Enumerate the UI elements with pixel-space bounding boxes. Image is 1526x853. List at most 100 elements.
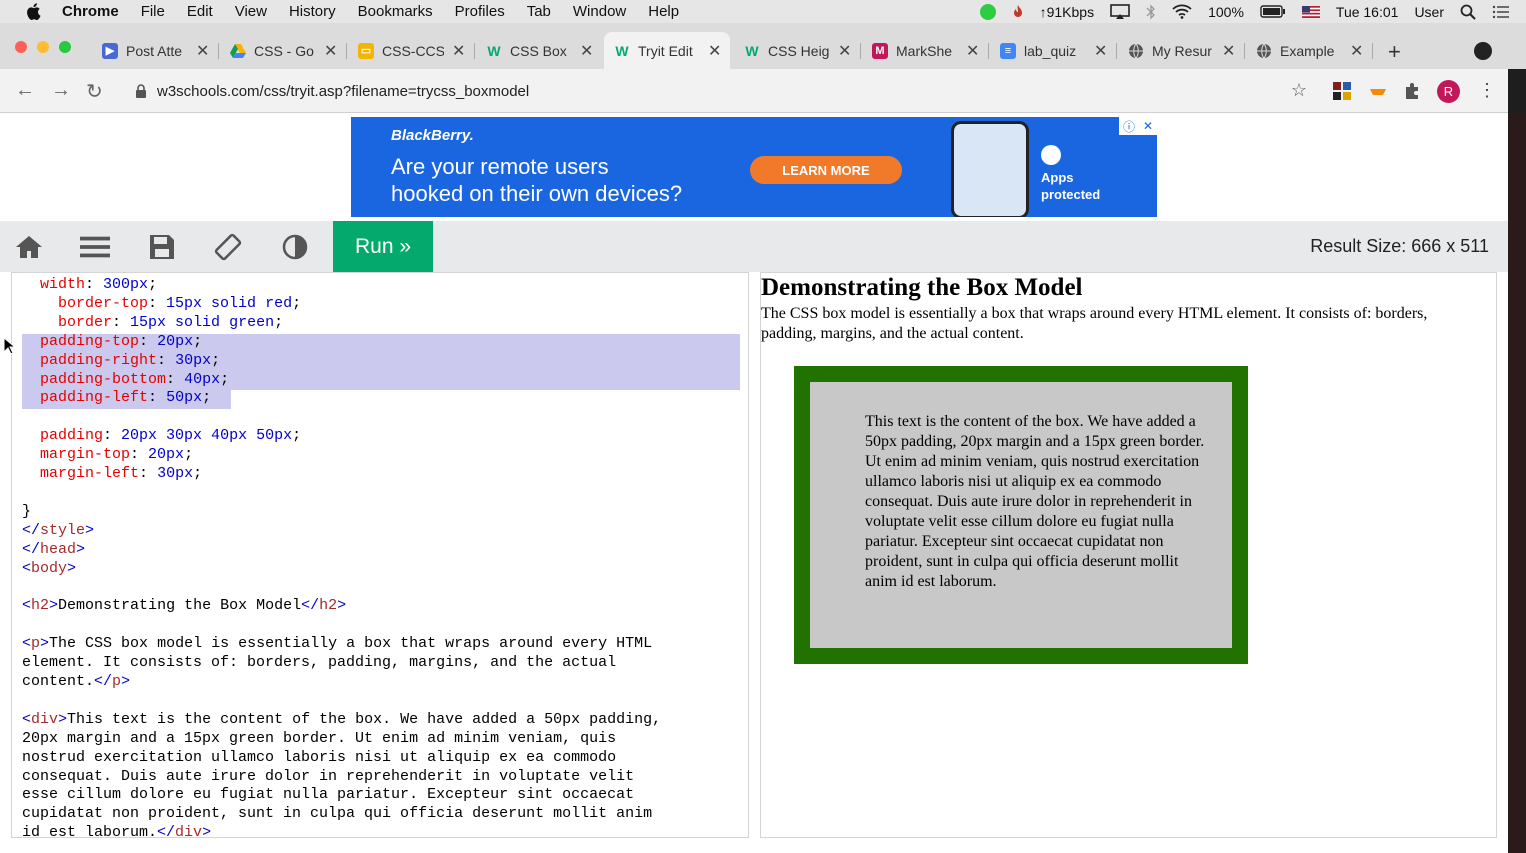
close-tab-icon[interactable]: ✕: [966, 41, 979, 61]
browser-menu-icon[interactable]: ⋮: [1478, 80, 1496, 101]
close-tab-icon[interactable]: ✕: [1094, 41, 1107, 61]
code-line[interactable]: <h2>Demonstrating the Box Model</h2>: [22, 597, 661, 616]
tab-lab-quiz[interactable]: ≡ lab_quiz ✕: [990, 32, 1114, 69]
run-button[interactable]: Run »: [333, 221, 433, 272]
control-center-icon[interactable]: [1492, 5, 1510, 19]
tab-post-attendance[interactable]: ▶ Post Atte ✕: [92, 32, 216, 69]
tab-css-ccs[interactable]: ▭ CSS-CCS ✕: [348, 32, 472, 69]
code-editor[interactable]: width: 300px; border-top: 15px solid red…: [11, 272, 749, 838]
clock[interactable]: Tue 16:01: [1336, 4, 1399, 20]
menu-bookmarks[interactable]: Bookmarks: [358, 3, 433, 20]
tab-my-resume[interactable]: My Resur ✕: [1118, 32, 1242, 69]
code-line[interactable]: padding-top: 20px;: [22, 333, 661, 352]
menu-edit[interactable]: Edit: [187, 3, 213, 20]
code-line[interactable]: [22, 408, 661, 427]
tab-css-box[interactable]: W CSS Box ✕: [476, 32, 600, 69]
tab-example[interactable]: Example ✕: [1246, 32, 1370, 69]
rotate-orientation-icon[interactable]: [213, 233, 243, 261]
code-line[interactable]: [22, 616, 661, 635]
line-app-icon[interactable]: [979, 3, 996, 20]
code-line[interactable]: 20px margin and a 15px green border. Ut …: [22, 730, 661, 749]
tab-css-google[interactable]: CSS - Go ✕: [220, 32, 344, 69]
code-line[interactable]: <p>The CSS box model is essentially a bo…: [22, 635, 661, 654]
code-line[interactable]: margin-top: 20px;: [22, 446, 661, 465]
ad-info-icon[interactable]: ⓘ: [1123, 118, 1135, 135]
minimize-window-button[interactable]: [37, 41, 49, 53]
extension-grid-icon[interactable]: [1332, 81, 1352, 101]
tab-tryit-editor[interactable]: W Tryit Edit ✕: [604, 32, 730, 69]
ad-choices[interactable]: ⓘ ✕: [1119, 117, 1157, 135]
code-line[interactable]: }: [22, 503, 661, 522]
code-line[interactable]: [22, 579, 661, 598]
menu-help[interactable]: Help: [648, 3, 679, 20]
reload-icon[interactable]: ↻: [86, 79, 103, 104]
code-line[interactable]: element. It consists of: borders, paddin…: [22, 654, 661, 673]
code-line[interactable]: padding-bottom: 40px;: [22, 371, 661, 390]
blackberry-ad-banner[interactable]: BlackBerry. Are your remote users hooked…: [351, 117, 1157, 217]
close-window-button[interactable]: [15, 41, 27, 53]
save-icon[interactable]: [147, 233, 177, 261]
code-line[interactable]: padding: 20px 30px 40px 50px;: [22, 427, 661, 446]
close-tab-icon[interactable]: ✕: [580, 41, 593, 61]
ad-close-icon[interactable]: ✕: [1143, 119, 1153, 133]
flame-icon[interactable]: [1012, 4, 1024, 19]
menu-view[interactable]: View: [235, 3, 267, 20]
bookmark-star-icon[interactable]: ☆: [1291, 80, 1307, 101]
menu-profiles[interactable]: Profiles: [455, 3, 505, 20]
back-arrow-icon[interactable]: ←: [15, 79, 35, 102]
flag-us-icon[interactable]: [1301, 5, 1320, 18]
close-tab-icon[interactable]: ✕: [324, 41, 337, 61]
new-tab-button[interactable]: +: [1388, 39, 1401, 65]
home-icon[interactable]: [14, 233, 44, 261]
code-line[interactable]: [22, 484, 661, 503]
code-line[interactable]: padding-right: 30px;: [22, 352, 661, 371]
close-tab-icon[interactable]: ✕: [708, 41, 721, 61]
url-text[interactable]: w3schools.com/css/tryit.asp?filename=try…: [157, 83, 529, 100]
wifi-icon[interactable]: [1172, 4, 1192, 19]
code-line[interactable]: <div>This text is the content of the box…: [22, 711, 661, 730]
code-line[interactable]: id est laborum.</div>: [22, 824, 661, 837]
close-tab-icon[interactable]: ✕: [196, 41, 209, 61]
code-line[interactable]: cupidatat non proident, sunt in culpa qu…: [22, 805, 661, 824]
code-line[interactable]: [22, 692, 661, 711]
airplay-icon[interactable]: [1110, 3, 1130, 20]
close-tab-icon[interactable]: ✕: [838, 41, 851, 61]
close-tab-icon[interactable]: ✕: [1222, 41, 1235, 61]
learn-more-button[interactable]: LEARN MORE: [750, 156, 902, 184]
address-bar[interactable]: w3schools.com/css/tryit.asp?filename=try…: [121, 76, 1321, 106]
menu-tab[interactable]: Tab: [527, 3, 551, 20]
tab-marksheet[interactable]: M MarkShe ✕: [862, 32, 986, 69]
maximize-window-button[interactable]: [59, 41, 71, 53]
code-line[interactable]: <body>: [22, 560, 661, 579]
forward-arrow-icon[interactable]: →: [51, 79, 71, 102]
menu-window[interactable]: Window: [573, 3, 626, 20]
lock-icon[interactable]: [135, 84, 147, 98]
apple-icon[interactable]: [24, 3, 42, 21]
code-line[interactable]: border: 15px solid green;: [22, 314, 661, 333]
close-tab-icon[interactable]: ✕: [452, 41, 465, 61]
profile-avatar[interactable]: R: [1437, 80, 1460, 103]
code-line[interactable]: nostrud exercitation ullamco laboris nis…: [22, 749, 661, 768]
code-line[interactable]: esse cillum dolore eu fugiat nulla paria…: [22, 786, 661, 805]
menu-app-chrome[interactable]: Chrome: [62, 3, 119, 20]
code-line[interactable]: margin-left: 30px;: [22, 465, 661, 484]
code-line[interactable]: </style>: [22, 522, 661, 541]
tab-css-height[interactable]: W CSS Heig ✕: [734, 32, 858, 69]
extensions-puzzle-icon[interactable]: [1402, 81, 1422, 101]
close-tab-icon[interactable]: ✕: [1350, 41, 1363, 61]
bluetooth-icon[interactable]: [1146, 3, 1156, 20]
menu-file[interactable]: File: [141, 3, 165, 20]
battery-icon[interactable]: [1260, 5, 1286, 18]
dark-mode-icon[interactable]: [280, 233, 310, 261]
code-line[interactable]: consequat. Duis aute irure dolor in repr…: [22, 768, 661, 787]
code-line[interactable]: border-top: 15px solid red;: [22, 295, 661, 314]
code-line[interactable]: padding-left: 50px;: [22, 389, 661, 408]
code-text[interactable]: width: 300px; border-top: 15px solid red…: [22, 276, 661, 837]
user-name[interactable]: User: [1414, 4, 1444, 20]
code-line[interactable]: content.</p>: [22, 673, 661, 692]
tab-search-button[interactable]: [1474, 42, 1492, 60]
code-line[interactable]: width: 300px;: [22, 276, 661, 295]
menu-icon[interactable]: [80, 233, 110, 261]
extension-slice-icon[interactable]: [1368, 81, 1388, 101]
spotlight-search-icon[interactable]: [1460, 4, 1476, 20]
